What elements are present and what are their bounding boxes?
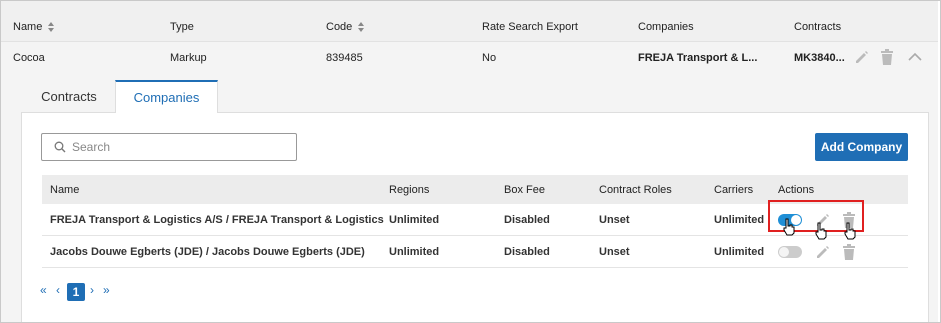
col-carriers: Carriers (714, 184, 754, 196)
tab-companies[interactable]: Companies (115, 80, 218, 113)
sort-icon[interactable] (358, 22, 365, 33)
company-carriers: Unlimited (714, 246, 765, 258)
table-row[interactable]: Jacobs Douwe Egberts (JDE) / Jacobs Douw… (42, 236, 908, 268)
company-contract-roles: Unset (599, 246, 630, 258)
company-regions: Unlimited (389, 246, 440, 258)
row-rate-search-export: No (482, 52, 497, 64)
companies-table-header: Name Regions Box Fee Contract Roles Carr… (42, 175, 908, 204)
row-name: Cocoa (13, 52, 45, 64)
company-carriers: Unlimited (714, 214, 765, 226)
enable-toggle[interactable] (778, 246, 802, 258)
col-actions: Actions (778, 184, 815, 196)
row-code: 839485 (326, 52, 363, 64)
pencil-icon[interactable] (854, 49, 870, 65)
company-box-fee: Disabled (504, 246, 550, 258)
company-regions: Unlimited (389, 214, 440, 226)
col-regions: Regions (389, 184, 430, 196)
header-contracts: Contracts (794, 21, 842, 33)
toggle-knob (779, 247, 789, 257)
header-code[interactable]: Code (326, 21, 365, 33)
outer-table-row[interactable]: Cocoa Markup 839485 No FREJA Transport &… (1, 42, 938, 74)
next-page-button[interactable]: › (90, 283, 94, 297)
first-page-button[interactable]: « (40, 283, 47, 297)
company-name: FREJA Transport & Logistics A/S / FREJA … (50, 214, 384, 226)
tab-contracts[interactable]: Contracts (22, 80, 116, 113)
table-row[interactable]: FREJA Transport & Logistics A/S / FREJA … (42, 204, 908, 236)
header-code-label: Code (326, 21, 353, 33)
row-companies: FREJA Transport & L... (638, 52, 758, 64)
pencil-icon[interactable] (815, 244, 831, 260)
pencil-icon[interactable] (815, 212, 831, 228)
last-page-button[interactable]: » (103, 283, 110, 297)
enable-toggle[interactable] (778, 214, 802, 226)
col-name: Name (50, 184, 80, 196)
prev-page-button[interactable]: ‹ (56, 283, 60, 297)
search-icon (54, 141, 66, 153)
sort-icon[interactable] (48, 22, 55, 33)
header-type: Type (170, 21, 194, 33)
trash-icon[interactable] (880, 49, 894, 65)
company-box-fee: Disabled (504, 214, 550, 226)
trash-icon[interactable] (842, 244, 856, 260)
row-contracts: MK3840... (794, 52, 845, 64)
header-name[interactable]: Name (13, 21, 55, 33)
toggle-knob (791, 215, 801, 225)
company-contract-roles: Unset (599, 214, 630, 226)
add-company-button[interactable]: Add Company (815, 133, 908, 161)
search-input[interactable] (72, 135, 287, 159)
tab-companies-label: Companies (133, 90, 200, 105)
outer-table-header: Name Type Code Rate Search Export Compan… (1, 1, 938, 42)
search-box[interactable] (41, 133, 297, 161)
header-rate-search-export: Rate Search Export (482, 21, 578, 33)
trash-icon[interactable] (842, 212, 856, 228)
company-name: Jacobs Douwe Egberts (JDE) / Jacobs Douw… (50, 246, 365, 258)
col-box-fee: Box Fee (504, 184, 545, 196)
current-page-button[interactable]: 1 (67, 283, 85, 301)
header-name-label: Name (13, 21, 43, 33)
col-contract-roles: Contract Roles (599, 184, 672, 196)
chevron-up-icon[interactable] (908, 52, 922, 62)
row-type: Markup (170, 52, 207, 64)
header-companies: Companies (638, 21, 694, 33)
tab-contracts-label: Contracts (41, 89, 97, 104)
